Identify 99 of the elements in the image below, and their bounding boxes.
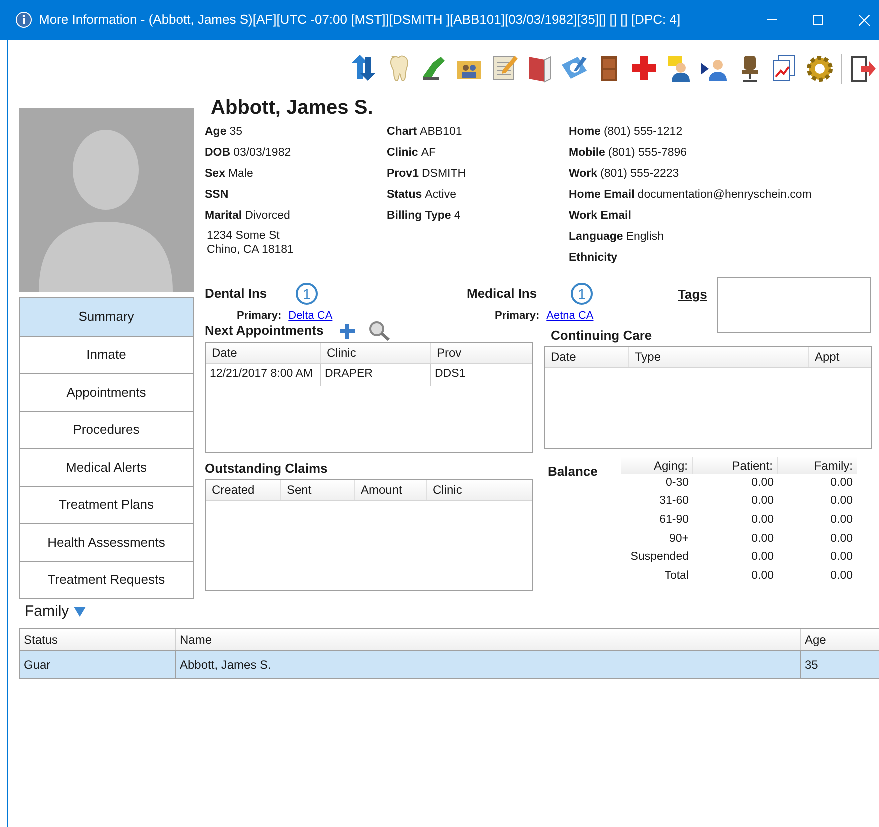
table-cell-text: 31-60	[658, 494, 690, 510]
window-title: More Information - (Abbott, James S)[AF][UTC -07:00 [MST]][DSMITH ][ABB101][03/03/1982][35][] [] [] [DPC: 4]	[39, 11, 681, 30]
field-label: Age	[205, 124, 227, 140]
column-header[interactable]: Age	[801, 629, 879, 650]
table-cell: Abbott, James S.	[176, 651, 801, 678]
table-cell-text: 0.00	[830, 569, 854, 584]
field-value: (801) 555-2223	[600, 166, 680, 182]
table-row[interactable]: Guar Abbott, James S. 35	[20, 651, 879, 678]
table-cell-text: 0.00	[750, 550, 775, 566]
table-cell-text: Suspended	[630, 550, 690, 566]
column-header[interactable]: Name	[176, 629, 801, 650]
table-cell-text: 0.00	[830, 550, 854, 566]
address-line: 1234 Some St	[207, 229, 281, 243]
column-header[interactable]: Clinic	[321, 343, 431, 363]
column-header[interactable]: Sent	[281, 480, 355, 500]
section-title: Outstanding Claims	[205, 460, 329, 478]
field-value: AF	[421, 146, 436, 161]
table-cell-text: 0.00	[830, 476, 854, 491]
address-line: Chino, CA 18181	[207, 243, 295, 257]
field-label: Chart	[387, 124, 418, 140]
column-header[interactable]: Amount	[355, 480, 427, 500]
table-cell-text: 0.00	[830, 494, 854, 510]
table-cell-text: 0.00	[750, 476, 775, 491]
field-value: (801) 555-1212	[604, 124, 683, 140]
close-icon[interactable]	[859, 14, 870, 26]
field-label: Prov1	[387, 166, 419, 182]
table-cell-text: 0.00	[830, 532, 854, 547]
table-cell-text: 90+	[668, 532, 690, 547]
field-label: Work	[569, 166, 598, 182]
field-label: Language	[569, 230, 624, 245]
section-title: Medical Ins	[467, 285, 538, 304]
table-cell-text: 0.00	[830, 513, 854, 528]
maximize-icon[interactable]	[813, 15, 823, 25]
table-cell: Guar	[20, 651, 176, 678]
field-value: 4	[454, 208, 461, 224]
field-value: documentation@henryschein.com	[638, 188, 812, 203]
table-cell-text: 0.00	[750, 532, 775, 547]
tags-box[interactable]	[717, 277, 871, 333]
field-value: (801) 555-7896	[608, 146, 688, 161]
field-value: Male	[228, 166, 254, 182]
magnifier-icon[interactable]	[368, 321, 391, 341]
column-header[interactable]: Date	[206, 343, 321, 363]
section-title: Family	[25, 602, 70, 622]
count-badge[interactable]: 1	[571, 283, 593, 305]
column-header: Aging:	[621, 457, 693, 474]
dropdown-triangle-icon[interactable]	[74, 606, 86, 618]
sidebar-tab[interactable]: Summary	[20, 298, 193, 336]
column-header[interactable]: Appt	[809, 347, 869, 367]
field-value: English	[626, 230, 664, 245]
insurance-link[interactable]: Aetna CA	[546, 308, 594, 324]
field-label: Status	[387, 188, 422, 203]
field-value: 35	[230, 124, 243, 140]
field-value: Divorced	[245, 208, 290, 224]
section-title: Next Appointments	[205, 322, 324, 340]
field-value: ABB101	[420, 124, 462, 140]
field-label: Home	[569, 124, 601, 140]
count-badge[interactable]: 1	[296, 283, 318, 305]
field-value: Active	[425, 188, 456, 203]
table-cell-text: 0.00	[750, 569, 775, 584]
table-cell: 12/21/2017 8:00 AM	[206, 364, 321, 386]
table-cell: DRAPER	[321, 364, 431, 386]
field-label: Clinic	[387, 146, 418, 161]
plus-icon[interactable]	[340, 324, 355, 338]
table-cell-text: 0-30	[664, 476, 690, 491]
table-cell-text: 0.00	[750, 513, 775, 528]
field-label: Work Email	[569, 208, 632, 224]
gear-icon[interactable]	[804, 53, 836, 85]
column-header[interactable]: Date	[545, 347, 629, 367]
column-header: Patient:	[693, 457, 778, 474]
column-header[interactable]: Type	[629, 347, 809, 367]
field-label: Primary:	[495, 308, 540, 324]
table-cell-text: 35	[804, 656, 820, 674]
column-header: Family:	[813, 458, 854, 474]
info-icon	[16, 12, 32, 28]
column-header[interactable]: Created	[206, 480, 281, 500]
table-cell-text: Total	[664, 569, 690, 584]
field-label: Billing Type	[387, 208, 452, 224]
field-value: 03/03/1982	[234, 146, 292, 161]
table-cell-text: DDS1	[434, 367, 467, 382]
patient-name: Abbott, James S.	[211, 96, 374, 120]
field-label: DOB	[205, 146, 231, 161]
column-header[interactable]: Prov	[431, 343, 526, 363]
table-cell-text: 0.00	[750, 494, 775, 510]
section-title: Dental Ins	[205, 285, 268, 304]
field-label: Primary:	[237, 308, 282, 324]
field-label: Home Email	[569, 188, 635, 203]
field-label: Mobile	[569, 146, 606, 161]
field-label: Sex	[205, 166, 226, 182]
tags-label[interactable]: Tags	[678, 285, 717, 333]
section-title: Balance	[548, 463, 599, 481]
column-header[interactable]: Status	[20, 629, 176, 650]
insurance-link[interactable]: Delta CA	[288, 308, 333, 324]
column-header[interactable]: Clinic	[427, 480, 517, 500]
field-label: SSN	[205, 188, 229, 203]
section-title: Continuing Care	[551, 327, 654, 345]
field-label: Ethnicity	[569, 250, 618, 266]
field-value: DSMITH	[422, 166, 466, 182]
field-label: Marital	[205, 208, 242, 224]
table-cell-text: 61-90	[658, 513, 690, 528]
